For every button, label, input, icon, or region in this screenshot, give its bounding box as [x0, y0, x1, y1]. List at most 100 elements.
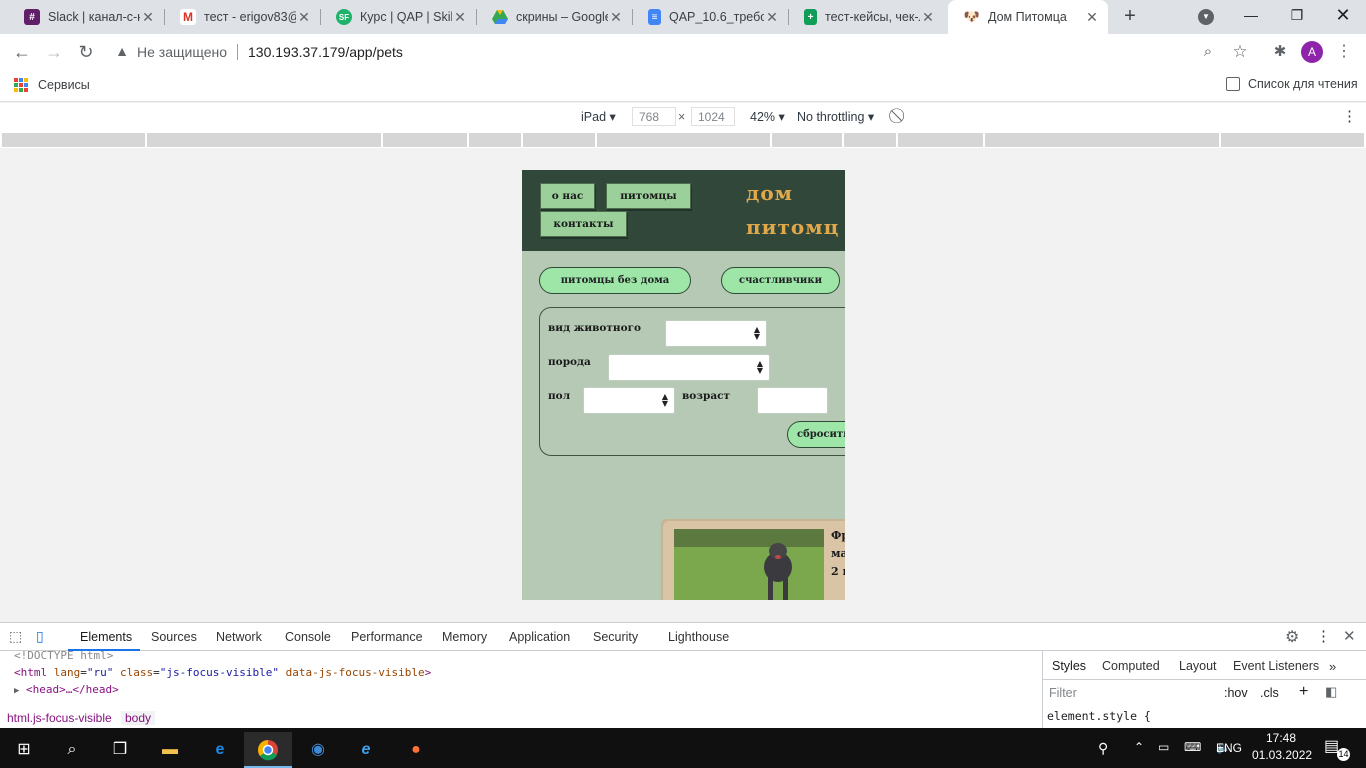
nav-contacts-button[interactable]: контакты [540, 211, 627, 237]
apps-bookmark[interactable]: Сервисы [38, 78, 90, 92]
profile-avatar[interactable]: A [1301, 41, 1323, 63]
media-query-segment[interactable] [2, 133, 145, 147]
tab-sources[interactable]: Sources [151, 630, 197, 644]
toggle-sidebar-icon[interactable]: ◧ [1325, 684, 1337, 700]
close-tab-icon[interactable]: ✕ [764, 9, 780, 26]
zoom-icon[interactable]: ⌕ [1198, 42, 1218, 62]
people-icon[interactable]: ⚲ [1098, 740, 1108, 757]
tab-layout[interactable]: Layout [1179, 659, 1217, 673]
media-query-segment[interactable] [523, 133, 595, 147]
tab-network[interactable]: Network [216, 630, 262, 644]
tab-slack[interactable]: # Slack | канал-с-на ✕ [8, 0, 164, 34]
devtools-settings-icon[interactable]: ⚙ [1285, 627, 1299, 647]
browser-menu-icon[interactable]: ⋮ [1334, 42, 1354, 62]
devtools-menu-icon[interactable]: ⋮ [1316, 627, 1331, 645]
reset-filters-button[interactable]: сбросить [787, 421, 845, 448]
homeless-pets-button[interactable]: питомцы без дома [539, 267, 691, 294]
tab-memory[interactable]: Memory [442, 630, 487, 644]
task-view-icon[interactable]: ❒ [96, 732, 144, 768]
zoom-select[interactable]: 42% ▾ [750, 109, 785, 124]
inspect-element-icon[interactable]: ⬚ [9, 628, 22, 645]
apps-grid-icon[interactable] [14, 78, 28, 92]
media-query-segment[interactable] [898, 133, 983, 147]
tab-skillfactory[interactable]: SF Курс | QAP | Skillf ✕ [320, 0, 476, 34]
keyboard-icon[interactable]: ⌨ [1184, 740, 1201, 754]
element-style-rule[interactable]: element.style { [1047, 709, 1151, 723]
more-tabs-icon[interactable]: » [1329, 659, 1336, 674]
tab-console[interactable]: Console [285, 630, 331, 644]
forward-button[interactable]: → [42, 40, 66, 64]
tab-computed[interactable]: Computed [1102, 659, 1160, 673]
device-toggle-icon[interactable]: ▯ [36, 628, 44, 645]
media-query-segment[interactable] [985, 133, 1219, 147]
breadcrumb-body[interactable]: body [121, 711, 156, 725]
new-tab-button[interactable]: + [1118, 5, 1142, 29]
close-tab-icon[interactable]: ✕ [140, 9, 156, 26]
media-query-segment[interactable] [844, 133, 896, 147]
file-explorer-icon[interactable]: ▬ [146, 732, 194, 768]
device-options-icon[interactable]: ⋮ [1342, 107, 1357, 125]
styles-filter-input[interactable]: Filter [1049, 686, 1077, 700]
nav-about-button[interactable]: о нас [540, 183, 595, 209]
tab-application[interactable]: Application [509, 630, 570, 644]
head-line[interactable]: ▶ <head>…</head> [14, 683, 119, 696]
tab-lighthouse[interactable]: Lighthouse [668, 630, 729, 644]
age-input[interactable] [757, 387, 828, 414]
pet-card[interactable]: Фр ма 2 г [663, 521, 845, 600]
security-label[interactable]: Не защищено [137, 44, 227, 60]
close-tab-icon[interactable]: ✕ [296, 9, 312, 26]
start-icon[interactable]: ⊞ [0, 732, 48, 768]
expand-arrow-icon[interactable]: ▶ [14, 686, 19, 696]
firefox-icon[interactable]: ● [392, 732, 440, 768]
language-indicator[interactable]: ENG [1216, 741, 1242, 755]
breed-select[interactable]: ▲ ▼ [608, 354, 770, 381]
clock-time[interactable]: 17:48 [1266, 731, 1296, 745]
tab-gmail[interactable]: M тест - erigov83@ ✕ [164, 0, 320, 34]
tab-styles[interactable]: Styles [1052, 659, 1086, 673]
cls-toggle[interactable]: .cls [1260, 686, 1279, 700]
tab-google-sheets[interactable]: + тест-кейсы, чек-л ✕ [788, 0, 944, 34]
media-query-segment[interactable] [469, 133, 521, 147]
close-tab-icon[interactable]: ✕ [1084, 9, 1100, 26]
extensions-icon[interactable]: ✱ [1270, 42, 1290, 62]
reading-list-button[interactable]: Список для чтения [1226, 77, 1358, 91]
tab-search-icon[interactable]: ▼ [1198, 9, 1214, 25]
close-tab-icon[interactable]: ✕ [608, 9, 624, 26]
elements-scrollbar[interactable] [1030, 657, 1040, 697]
device-select[interactable]: iPad ▾ [581, 109, 616, 124]
sex-select[interactable]: ▲ ▼ [583, 387, 675, 414]
species-select[interactable]: ▲ ▼ [665, 320, 767, 347]
media-query-segment[interactable] [1221, 133, 1364, 147]
tab-dom-pitomtsa[interactable]: 🐶 Дом Питомца ✕ [948, 0, 1108, 34]
network-icon[interactable]: ▭ [1158, 740, 1169, 754]
telegram-icon[interactable]: ◉ [294, 732, 342, 768]
internet-explorer-icon[interactable]: e [342, 732, 390, 768]
address-bar[interactable]: ▲ Не защищено 130.193.37.179/app/pets [107, 38, 1257, 66]
media-query-segment[interactable] [147, 133, 381, 147]
search-icon[interactable]: ⌕ [48, 732, 96, 768]
url-text[interactable]: 130.193.37.179/app/pets [248, 44, 403, 60]
doctype-line[interactable]: <!DOCTYPE html> [14, 649, 113, 662]
close-window-button[interactable]: ✕ [1320, 0, 1366, 30]
tab-google-drive[interactable]: скрины – Google ✕ [476, 0, 632, 34]
reload-button[interactable]: ↻ [74, 40, 98, 64]
breadcrumb-html[interactable]: html.js-focus-visible [7, 711, 112, 725]
warning-icon[interactable]: ▲ [113, 43, 131, 61]
close-tab-icon[interactable]: ✕ [452, 9, 468, 26]
nav-pets-button[interactable]: питомцы [606, 183, 691, 209]
minimize-button[interactable]: — [1228, 0, 1274, 30]
new-rule-icon[interactable]: + [1299, 683, 1308, 701]
tab-security[interactable]: Security [593, 630, 638, 644]
media-query-segment[interactable] [383, 133, 467, 147]
back-button[interactable]: ← [10, 40, 34, 64]
tab-elements[interactable]: Elements [80, 630, 132, 644]
device-height-input[interactable]: 1024 [691, 107, 735, 126]
devtools-close-icon[interactable]: ✕ [1343, 627, 1356, 645]
media-query-segment[interactable] [772, 133, 842, 147]
hov-toggle[interactable]: :hov [1224, 686, 1248, 700]
tab-performance[interactable]: Performance [351, 630, 423, 644]
media-query-segment[interactable] [597, 133, 770, 147]
edge-icon[interactable]: e [196, 732, 244, 768]
bookmark-star-icon[interactable]: ☆ [1230, 42, 1250, 62]
media-queries-bar[interactable] [0, 131, 1366, 148]
